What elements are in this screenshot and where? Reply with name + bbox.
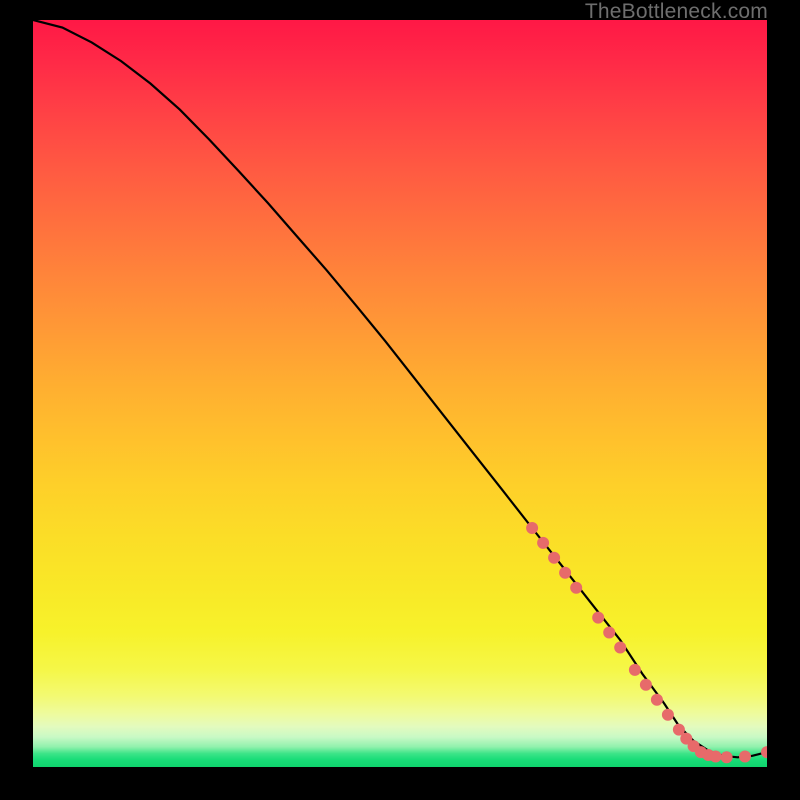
data-marker	[761, 746, 767, 758]
data-marker	[739, 751, 751, 763]
data-marker	[548, 552, 560, 564]
data-marker	[640, 679, 652, 691]
data-marker	[559, 567, 571, 579]
main-curve	[33, 20, 767, 757]
data-marker	[710, 751, 722, 763]
data-marker	[721, 751, 733, 763]
data-marker	[603, 627, 615, 639]
markers-layer	[526, 522, 767, 763]
data-marker	[570, 582, 582, 594]
data-marker	[526, 522, 538, 534]
data-marker	[662, 709, 674, 721]
data-marker	[592, 612, 604, 624]
curve-layer	[33, 20, 767, 757]
watermark-text: TheBottleneck.com	[585, 0, 768, 24]
chart-stage: TheBottleneck.com	[0, 0, 800, 800]
data-marker	[629, 664, 641, 676]
plot-area	[33, 20, 767, 767]
data-marker	[537, 537, 549, 549]
data-marker	[651, 694, 663, 706]
chart-svg	[33, 20, 767, 767]
data-marker	[614, 642, 626, 654]
